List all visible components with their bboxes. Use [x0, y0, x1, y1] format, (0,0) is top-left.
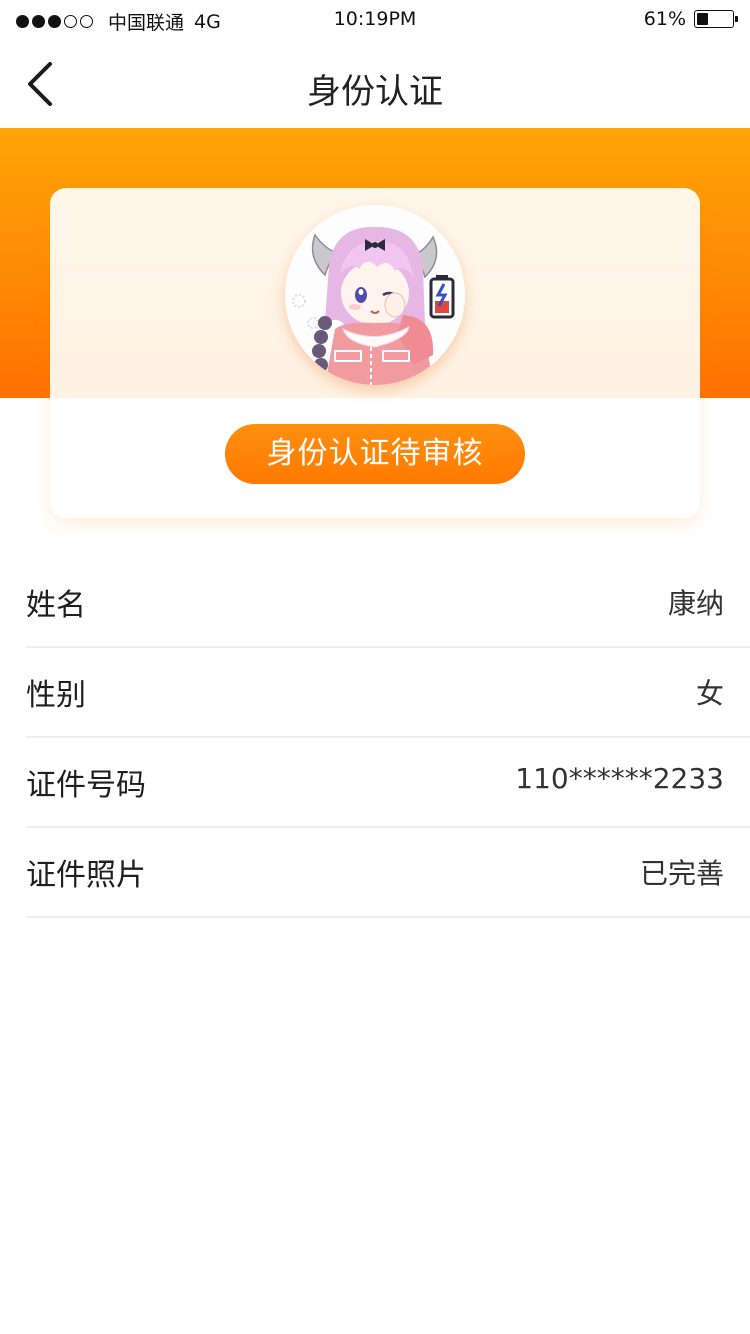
battery-icon — [694, 10, 738, 28]
info-label: 证件号码 — [26, 768, 146, 803]
info-row-id-number[interactable]: 证件号码 110******2233 — [0, 738, 750, 828]
info-label: 证件照片 — [26, 858, 146, 893]
info-row-gender[interactable]: 性别 女 — [0, 648, 750, 738]
info-value: 康纳 — [667, 587, 724, 620]
info-row-id-photo[interactable]: 证件照片 已完善 — [0, 828, 750, 918]
info-label: 性别 — [26, 678, 86, 713]
anime-girl-avatar-icon — [285, 205, 465, 385]
nav-bar: 身份认证 — [0, 40, 750, 128]
identity-info-list: 姓名 康纳 性别 女 证件号码 110******2233 证件照片 已完善 — [0, 558, 750, 918]
info-label: 姓名 — [26, 588, 86, 623]
info-row-name[interactable]: 姓名 康纳 — [0, 558, 750, 648]
battery-percent: 61% — [643, 8, 686, 30]
status-time: 10:19PM — [333, 8, 417, 30]
page-title: 身份认证 — [307, 72, 443, 112]
info-value: 女 — [695, 677, 724, 710]
verification-status-button[interactable]: 身份认证待审核 — [225, 424, 525, 484]
status-bar: 中国联通 4G 10:19PM 61% — [0, 0, 750, 40]
divider — [26, 916, 750, 918]
avatar — [285, 205, 465, 385]
status-right: 61% — [643, 8, 738, 30]
info-value: 已完善 — [639, 857, 724, 890]
info-value: 110******2233 — [515, 762, 724, 795]
battery-fill — [697, 13, 708, 25]
